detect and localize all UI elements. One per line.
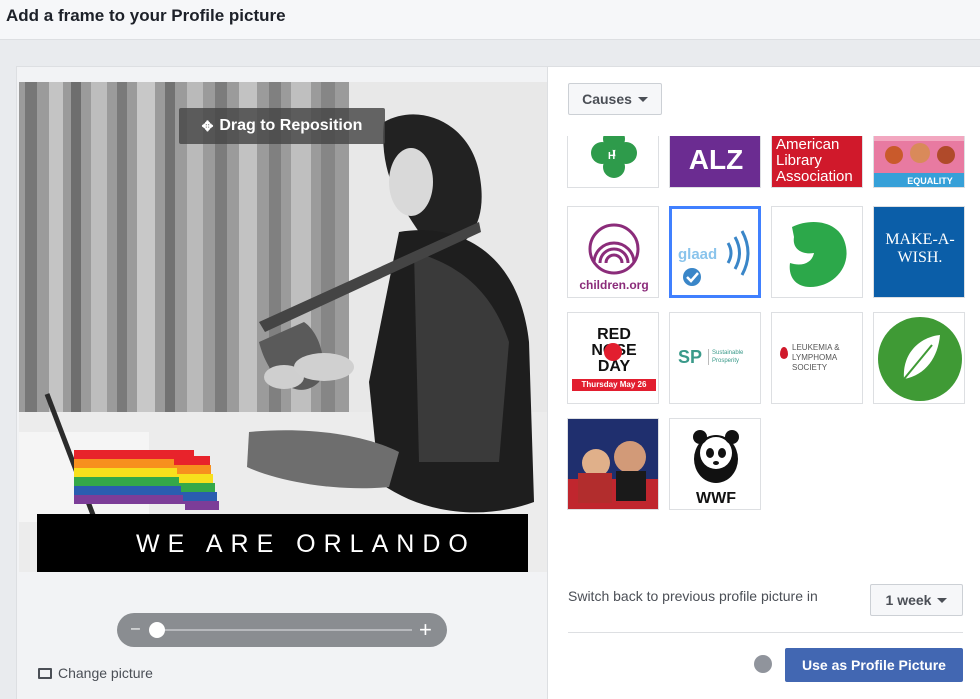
sp-sub-line2: Prosperity bbox=[712, 358, 740, 364]
frame-tile-makeawish[interactable]: MAKE-A- WISH. bbox=[873, 206, 965, 298]
zoom-in-icon[interactable]: + bbox=[419, 617, 432, 643]
frame-tile-leaf[interactable] bbox=[873, 312, 965, 404]
zoom-track[interactable] bbox=[157, 629, 412, 631]
drop-icon bbox=[780, 347, 788, 359]
rnd-line3: DAY bbox=[597, 358, 631, 375]
use-as-profile-picture-button[interactable]: Use as Profile Picture bbox=[785, 648, 963, 682]
signal-icon bbox=[726, 230, 750, 276]
trefoil-icon bbox=[789, 221, 847, 287]
change-picture-link[interactable]: Change picture bbox=[38, 665, 153, 681]
alz-label: ALZ bbox=[689, 144, 743, 175]
makeawish-label-line2: WISH. bbox=[897, 249, 943, 266]
lls-line3: SOCIETY bbox=[792, 363, 828, 372]
equality-label: EQUALITY bbox=[907, 176, 953, 186]
dialog-header: Add a frame to your Profile picture bbox=[0, 0, 980, 40]
category-dropdown[interactable]: Causes bbox=[568, 83, 662, 115]
red-nose-icon bbox=[604, 343, 622, 361]
duration-dropdown-label: 1 week bbox=[885, 592, 932, 608]
children-label: children.org bbox=[579, 278, 648, 292]
move-icon: ✥ bbox=[201, 117, 214, 134]
frame-tile-equality[interactable]: EQUALITY bbox=[873, 136, 965, 188]
chevron-down-icon bbox=[637, 96, 648, 102]
lls-line2: LYMPHOMA bbox=[792, 353, 838, 362]
picture-icon bbox=[38, 667, 52, 679]
frame-tile-lls[interactable]: LEUKEMIA & LYMPHOMA SOCIETY bbox=[771, 312, 863, 404]
drag-to-reposition-label: Drag to Reposition bbox=[219, 117, 363, 134]
frame-tile-military[interactable] bbox=[567, 418, 659, 510]
globe-icon[interactable] bbox=[754, 655, 772, 673]
zoom-handle[interactable] bbox=[149, 622, 165, 638]
lls-line1: LEUKEMIA & bbox=[792, 343, 840, 352]
profile-photo-preview[interactable] bbox=[19, 82, 547, 572]
category-dropdown-label: Causes bbox=[582, 91, 632, 107]
footer-divider bbox=[568, 632, 963, 633]
rainbow-flag bbox=[74, 450, 219, 510]
frame-caption: WE ARE ORLANDO bbox=[136, 530, 476, 558]
drag-to-reposition-button[interactable]: ✥ Drag to Reposition bbox=[179, 108, 385, 144]
rnd-date: Thursday May 26 bbox=[572, 379, 656, 391]
zoom-slider[interactable]: – + bbox=[117, 613, 447, 647]
frame-tile-4h[interactable]: H bbox=[567, 136, 659, 188]
svg-text:H: H bbox=[608, 151, 615, 162]
duration-dropdown[interactable]: 1 week bbox=[870, 584, 963, 616]
checkmark-icon bbox=[683, 268, 701, 286]
frame-tile-sp[interactable]: SP Sustainable Prosperity bbox=[669, 312, 761, 404]
frame-tile-girlscouts[interactable] bbox=[771, 206, 863, 298]
sp-label: SP bbox=[678, 347, 703, 367]
glaad-label: glaad bbox=[678, 246, 717, 263]
frame-tile-rednoseday[interactable]: RED NOSE DAY Thursday May 26 bbox=[567, 312, 659, 404]
zoom-out-icon[interactable]: – bbox=[131, 620, 140, 638]
panda-icon bbox=[693, 430, 739, 483]
change-picture-label: Change picture bbox=[58, 665, 153, 681]
frame-tile-glaad[interactable]: glaad bbox=[669, 206, 761, 298]
frame-tile-children[interactable]: children.org bbox=[567, 206, 659, 298]
frame-tile-ala[interactable]: American Library Association bbox=[771, 136, 863, 188]
wwf-label: WWF bbox=[696, 490, 736, 507]
makeawish-label-line1: MAKE-A- bbox=[885, 231, 955, 248]
dialog-title: Add a frame to your Profile picture bbox=[6, 6, 286, 25]
frame-tile-wwf[interactable]: WWF bbox=[669, 418, 761, 510]
rnd-line1: RED bbox=[597, 326, 631, 343]
frames-grid: H ALZ American Library Association EQUAL… bbox=[567, 136, 967, 516]
chevron-down-icon bbox=[937, 597, 948, 603]
ala-label: American Library Association bbox=[776, 136, 853, 185]
frame-tile-alz[interactable]: ALZ bbox=[669, 136, 761, 188]
children-logo-icon bbox=[588, 223, 640, 275]
sp-sub-line1: Sustainable bbox=[712, 350, 744, 356]
switch-back-label: Switch back to previous profile picture … bbox=[568, 588, 818, 604]
